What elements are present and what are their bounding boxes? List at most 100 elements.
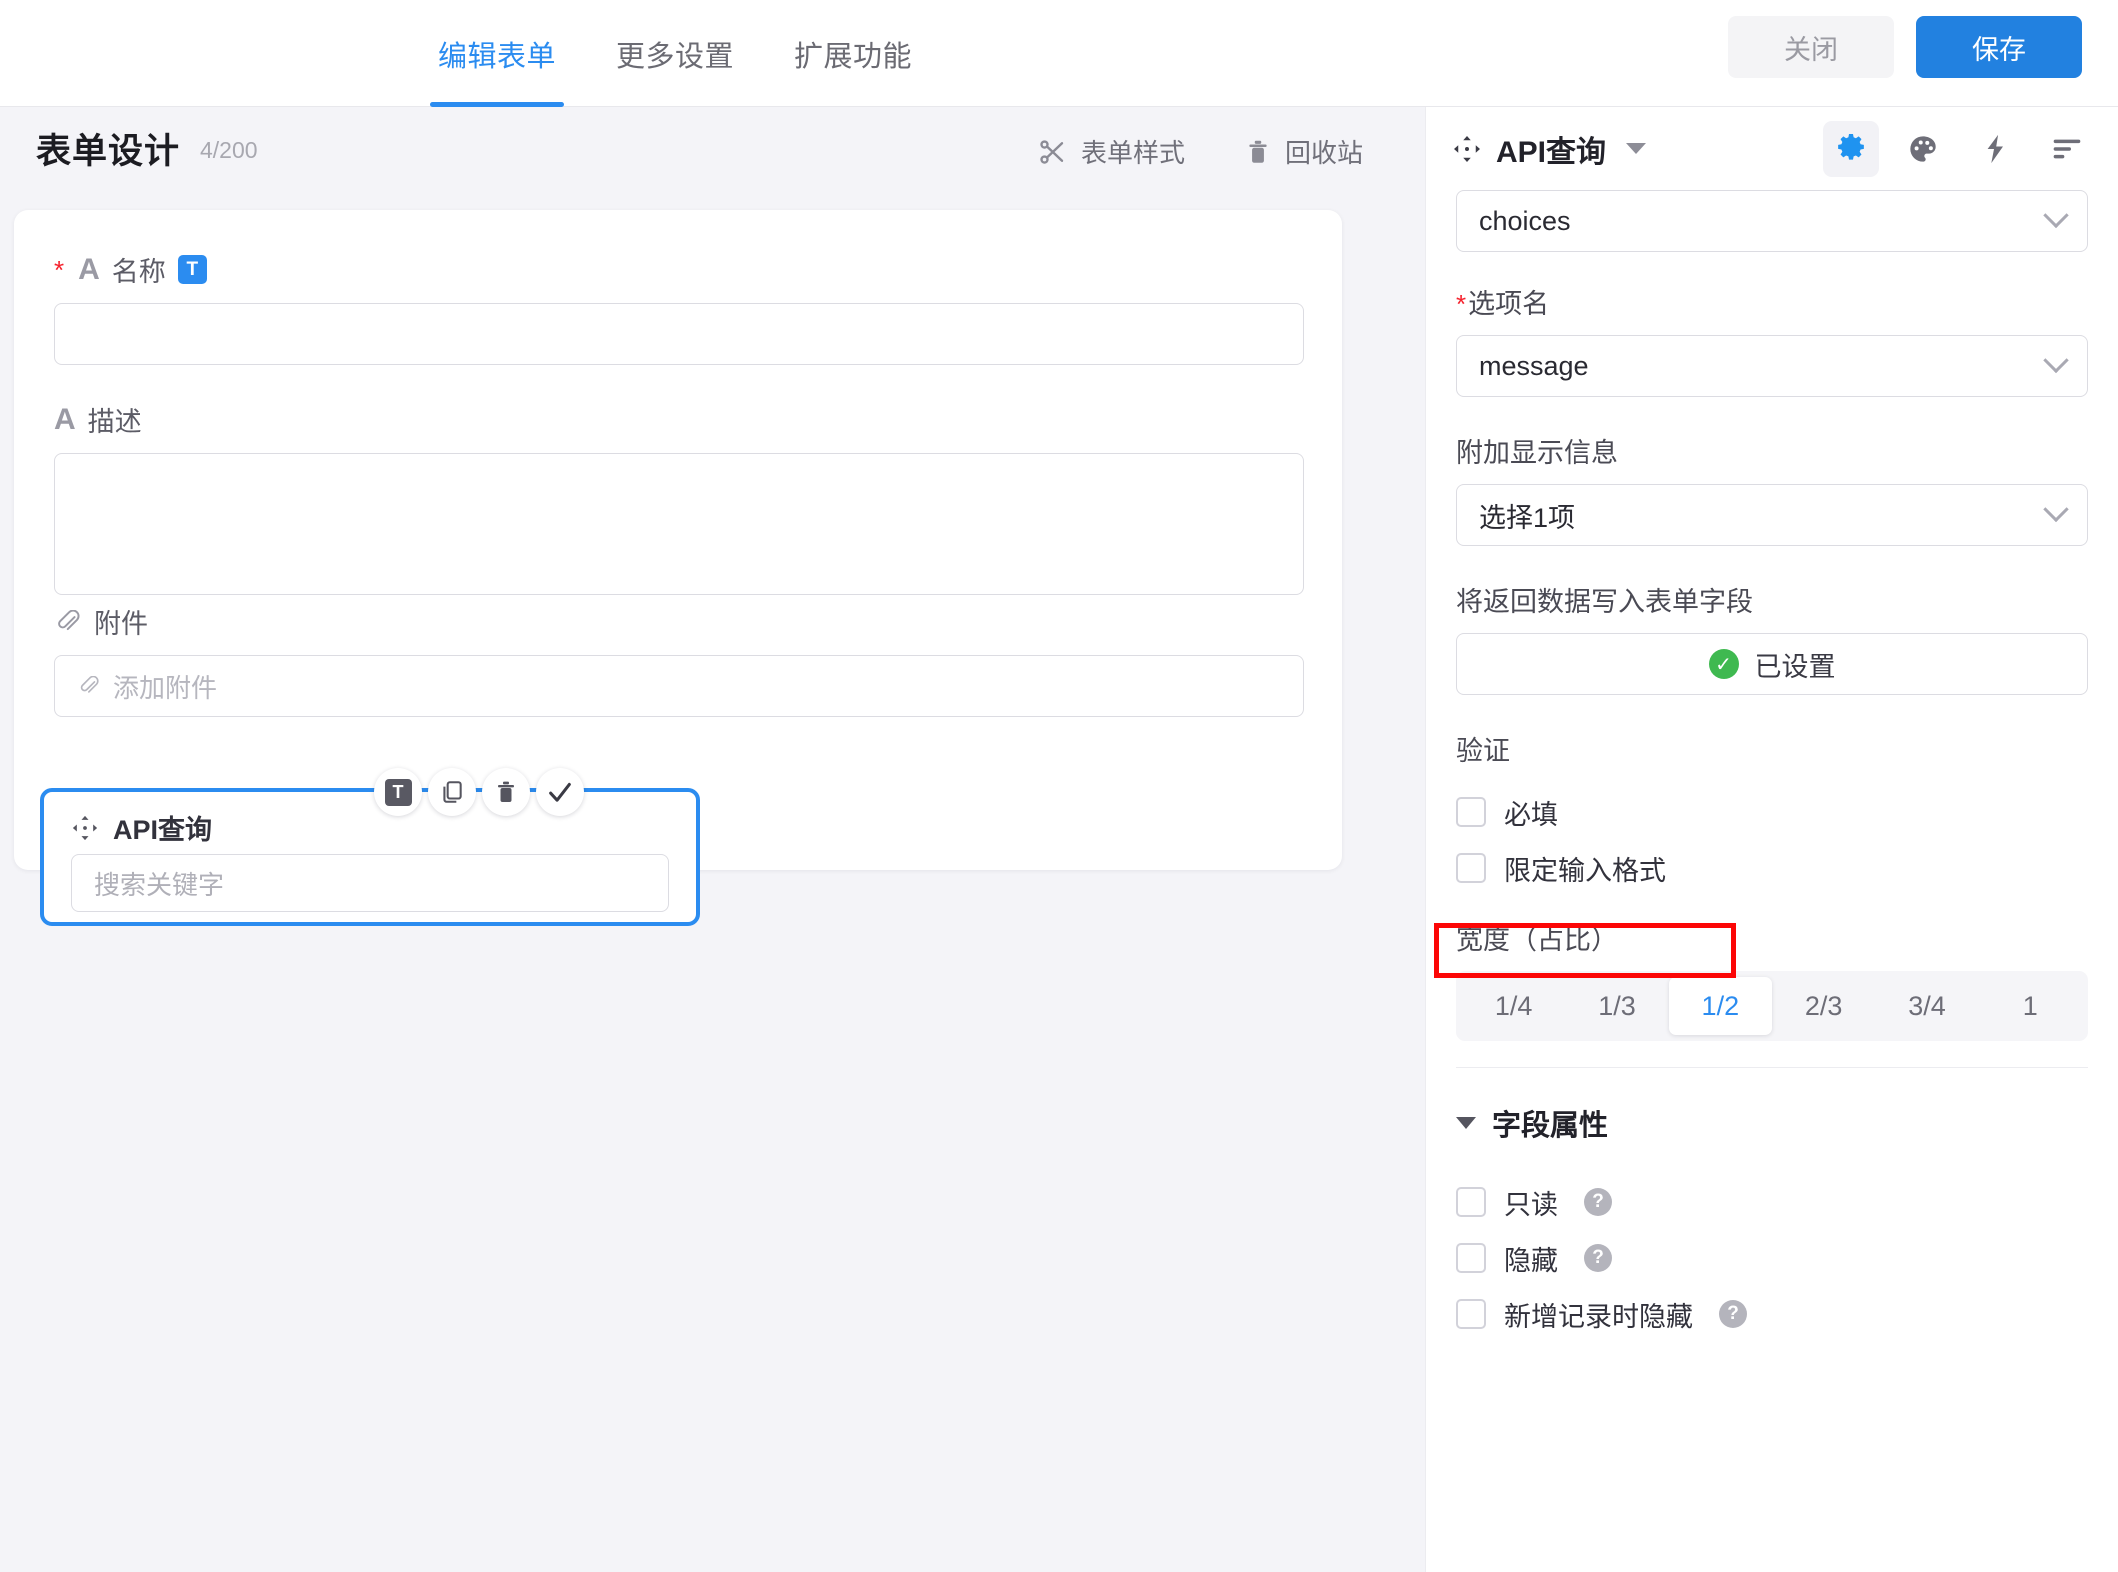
close-button-label: 关闭 xyxy=(1784,34,1838,65)
field-label-text: API查询 xyxy=(113,815,213,845)
width-option-1-2[interactable]: 1/2 xyxy=(1668,977,1772,1035)
tab-bar: 编辑表单 更多设置 扩展功能 xyxy=(408,0,942,107)
field-label-description: A 描述 xyxy=(54,400,1304,439)
field-properties-group: 字段属性 只读 ? 隐藏 ? 新增记录时隐藏 ? xyxy=(1456,1102,2089,1342)
option-name-value: message xyxy=(1479,350,1589,381)
width-option-3-4[interactable]: 3/4 xyxy=(1875,977,1978,1035)
drag-move-icon[interactable] xyxy=(71,814,99,842)
checkbox-required[interactable]: 必填 xyxy=(1456,784,2089,840)
field-action-toolbar: T xyxy=(374,768,584,816)
align-list-icon xyxy=(2051,137,2083,161)
width-option-1[interactable]: 1 xyxy=(1979,977,2082,1035)
tab-label: 扩展功能 xyxy=(794,40,913,73)
extra-display-group: 附加显示信息 选择1项 xyxy=(1456,431,2089,546)
help-icon[interactable]: ? xyxy=(1719,1300,1747,1328)
checkbox-box xyxy=(1456,1187,1486,1217)
paperclip-icon xyxy=(54,609,82,634)
width-option-label: 1/3 xyxy=(1598,990,1636,1021)
required-marker: * xyxy=(1456,289,1467,319)
tab-edit-form[interactable]: 编辑表单 xyxy=(408,0,586,107)
panel-tab-settings[interactable] xyxy=(1823,121,1879,177)
field-label-text: 名称 xyxy=(111,257,166,287)
paperclip-icon xyxy=(77,676,101,696)
canvas-toolbar: 表单样式 回收站 xyxy=(1037,133,1363,170)
confirm-field-button[interactable] xyxy=(536,768,584,816)
top-bar-actions: 关闭 保存 xyxy=(1728,16,2082,78)
close-button[interactable]: 关闭 xyxy=(1728,16,1894,78)
drag-move-icon xyxy=(1452,134,1482,164)
choices-group: choices xyxy=(1456,190,2089,252)
form-designer-app: 编辑表单 更多设置 扩展功能 关闭 保存 表单设计 4/200 表单样式 回收站… xyxy=(0,0,2118,1572)
form-canvas: 表单设计 4/200 表单样式 回收站 * A 名称 T A 描述 附件 添加附… xyxy=(0,107,1425,1572)
chevron-down-icon[interactable] xyxy=(1626,143,1647,154)
description-textarea[interactable] xyxy=(54,453,1304,595)
check-icon xyxy=(546,778,574,806)
palette-icon xyxy=(1907,133,1939,165)
checkbox-box xyxy=(1456,797,1486,827)
field-label-text: 描述 xyxy=(87,407,142,437)
checkbox-hidden[interactable]: 隐藏 ? xyxy=(1456,1230,2089,1286)
form-field-api-query-selected[interactable]: API查询 搜索关键字 T xyxy=(40,768,700,926)
recycle-bin-label: 回收站 xyxy=(1284,138,1363,168)
extra-display-select[interactable]: 选择1项 xyxy=(1456,484,2088,546)
form-card: * A 名称 T A 描述 附件 添加附件 API查询 搜索关键字 T xyxy=(14,210,1342,926)
tab-label: 编辑表单 xyxy=(438,40,557,73)
required-marker: * xyxy=(54,254,65,285)
panel-header: API查询 xyxy=(1426,107,2118,190)
checkbox-label: 限定输入格式 xyxy=(1504,855,1666,886)
field-type-button[interactable]: T xyxy=(374,768,422,816)
option-name-label: * 选项名 xyxy=(1456,282,2089,321)
checkbox-label: 隐藏 xyxy=(1504,1245,1558,1276)
trash-icon xyxy=(1245,138,1271,166)
write-back-status-button[interactable]: ✓ 已设置 xyxy=(1456,633,2088,695)
checkbox-hidden-on-create[interactable]: 新增记录时隐藏 ? xyxy=(1456,1286,2089,1342)
width-option-label: 1/2 xyxy=(1701,990,1740,1021)
tab-extensions[interactable]: 扩展功能 xyxy=(764,0,942,107)
option-name-select[interactable]: message xyxy=(1456,335,2088,397)
panel-tab-actions[interactable] xyxy=(1967,121,2023,177)
save-button[interactable]: 保存 xyxy=(1916,16,2082,78)
field-properties-title: 字段属性 xyxy=(1492,1110,1609,1142)
width-ratio-segmented-control: 1/4 1/3 1/2 2/3 3/4 1 xyxy=(1456,971,2088,1041)
delete-field-button[interactable] xyxy=(482,768,530,816)
write-back-label: 将返回数据写入表单字段 xyxy=(1456,587,1753,617)
width-option-label: 1/4 xyxy=(1494,990,1533,1021)
field-label-text: 附件 xyxy=(94,609,148,639)
width-option-1-4[interactable]: 1/4 xyxy=(1462,977,1565,1035)
width-option-label: 2/3 xyxy=(1804,990,1843,1021)
panel-tab-appearance[interactable] xyxy=(1895,121,1951,177)
form-style-button[interactable]: 表单样式 xyxy=(1037,133,1185,170)
attachment-input[interactable]: 添加附件 xyxy=(54,655,1304,717)
panel-tab-layout[interactable] xyxy=(2039,121,2095,177)
text-type-icon: A xyxy=(54,402,76,436)
tab-label: 更多设置 xyxy=(616,40,735,73)
checkbox-restrict-format[interactable]: 限定输入格式 xyxy=(1456,840,2089,896)
checkbox-readonly[interactable]: 只读 ? xyxy=(1456,1174,2089,1230)
choices-select-value: choices xyxy=(1479,205,1571,236)
text-type-icon: A xyxy=(78,252,100,286)
field-properties-toggle[interactable]: 字段属性 xyxy=(1456,1102,2089,1144)
width-option-1-3[interactable]: 1/3 xyxy=(1565,977,1668,1035)
properties-panel: API查询 choices * 选项名 message 附加显示信息 选择1项 … xyxy=(1425,107,2118,1572)
tab-more-settings[interactable]: 更多设置 xyxy=(586,0,764,107)
gear-icon xyxy=(1834,132,1868,166)
recycle-bin-button[interactable]: 回收站 xyxy=(1245,133,1363,170)
section-divider xyxy=(1456,1067,2088,1068)
scissors-icon xyxy=(1037,137,1067,167)
name-input[interactable] xyxy=(54,303,1304,365)
choices-select[interactable]: choices xyxy=(1456,190,2088,252)
help-icon[interactable]: ? xyxy=(1584,1188,1612,1216)
panel-title[interactable]: API查询 xyxy=(1452,127,1647,171)
help-icon[interactable]: ? xyxy=(1584,1244,1612,1272)
checkbox-label: 新增记录时隐藏 xyxy=(1504,1301,1693,1332)
duplicate-field-button[interactable] xyxy=(428,768,476,816)
copy-icon xyxy=(439,779,465,805)
api-query-input[interactable]: 搜索关键字 xyxy=(71,854,669,912)
extra-display-label: 附加显示信息 xyxy=(1456,438,1618,468)
width-option-label: 3/4 xyxy=(1908,990,1946,1021)
chevron-down-icon xyxy=(2043,202,2069,229)
checkbox-box xyxy=(1456,853,1486,883)
chevron-down-icon xyxy=(2043,496,2069,523)
save-button-label: 保存 xyxy=(1972,34,2026,65)
width-option-2-3[interactable]: 2/3 xyxy=(1772,977,1875,1035)
